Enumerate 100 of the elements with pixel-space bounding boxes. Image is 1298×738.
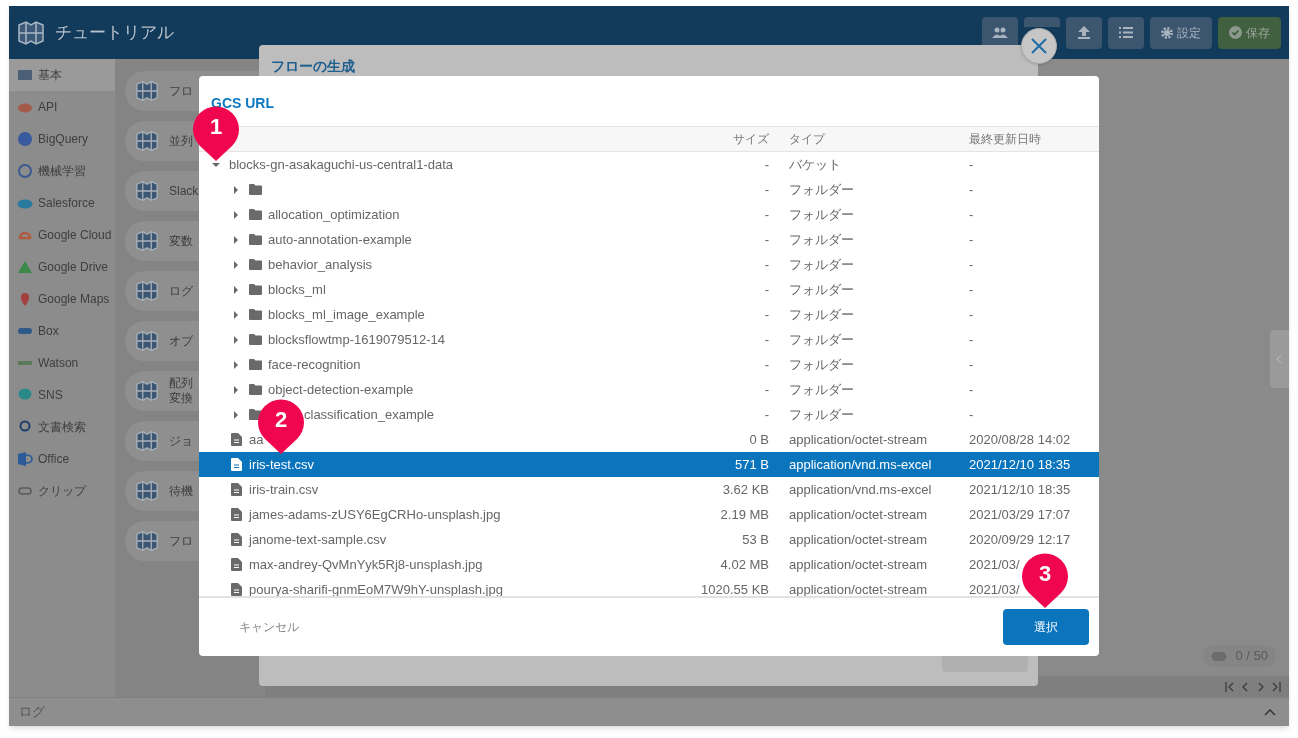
sidebar-item[interactable]: 機械学習 <box>9 155 115 187</box>
block-label: 変換 <box>169 391 193 406</box>
block-label: フロ <box>169 533 193 549</box>
table-cell: フォルダー <box>789 406 854 422</box>
sidebar-item[interactable]: BigQuery <box>9 123 115 155</box>
sidebar-item[interactable]: 基本 <box>9 59 115 91</box>
table-cell: フォルダー <box>789 281 854 297</box>
table-cell: バケット <box>789 156 841 172</box>
file-name: allocation_optimization <box>268 205 400 224</box>
block-label: 変数 <box>169 233 193 249</box>
file-row[interactable]: iris-test.csv 571 B application/vnd.ms-excel 2021/12/10 18:35 <box>199 452 1099 477</box>
table-cell: - <box>969 381 974 397</box>
save-button[interactable]: 保存 <box>1218 16 1281 49</box>
block-label: 並列 <box>169 133 193 149</box>
file-name: pourya-sharifi-gnmEoM7W9hY-unsplash.jpg <box>249 580 503 596</box>
block-label: 配列 <box>169 376 193 391</box>
table-cell: application/octet-stream <box>789 506 927 522</box>
sidebar-item[interactable]: Office <box>9 443 115 475</box>
file-name: object-detection-example <box>268 380 414 399</box>
table-cell: - <box>764 356 769 372</box>
table-cell: application/octet-stream <box>789 581 927 596</box>
table-cell: フォルダー <box>789 206 854 222</box>
table-cell: 2021/03/29 17:07 <box>969 506 1071 522</box>
file-name: blocks_ml_image_example <box>268 305 425 324</box>
sidebar-item[interactable]: クリップ <box>9 475 115 507</box>
file-name: auto-annotation-example <box>268 230 412 249</box>
sidebar-item[interactable]: API <box>9 91 115 123</box>
table-cell: 2020/09/29 12:17 <box>969 531 1071 547</box>
table-cell: 0 B <box>749 431 769 447</box>
table-cell: - <box>969 331 974 347</box>
table-cell: 2021/03/ <box>969 556 1020 572</box>
table-cell: フォルダー <box>789 181 854 197</box>
app-title: チュートリアル <box>55 21 174 44</box>
sidebar-item[interactable]: 文書検索 <box>9 411 115 443</box>
settings-button[interactable]: 設定 <box>1150 16 1212 49</box>
table-cell: - <box>764 406 769 422</box>
table-cell: - <box>764 381 769 397</box>
table-cell: フォルダー <box>789 256 854 272</box>
table-cell: - <box>969 206 974 222</box>
table-cell: - <box>764 181 769 197</box>
table-cell: - <box>764 331 769 347</box>
table-cell: - <box>969 231 974 247</box>
block-label: ログ <box>169 283 193 299</box>
table-cell: - <box>764 206 769 222</box>
table-cell: 1020.55 KB <box>701 581 769 596</box>
table-cell: 2021/03/ <box>969 581 1020 596</box>
table-cell: 571 B <box>735 456 769 472</box>
file-name: classification_example <box>304 405 435 424</box>
table-cell: - <box>969 281 974 297</box>
table-cell: - <box>969 156 974 172</box>
table-cell: application/octet-stream <box>789 531 927 547</box>
table-cell: - <box>764 231 769 247</box>
sidebar-item[interactable]: Google Drive <box>9 251 115 283</box>
table-cell: - <box>969 356 974 372</box>
table-cell: - <box>764 256 769 272</box>
table-cell: 2020/08/28 14:02 <box>969 431 1071 447</box>
table-cell: - <box>764 306 769 322</box>
table-cell: フォルダー <box>789 381 854 397</box>
sidebar-item[interactable]: Watson <box>9 347 115 379</box>
table-cell: 53 B <box>742 531 769 547</box>
file-name: blocks_ml <box>268 280 326 299</box>
file-name: blocksflowtmp-1619079512-14 <box>268 330 446 349</box>
dialog-title: フローの生成 <box>271 58 355 74</box>
table-cell: フォルダー <box>789 231 854 247</box>
table-cell: 3.62 KB <box>722 481 769 497</box>
cancel-button[interactable]: キャンセル <box>239 618 299 636</box>
file-name: face-recognition <box>268 355 361 374</box>
table-cell: 2021/12/10 18:35 <box>969 456 1071 472</box>
sidebar-item[interactable]: Salesforce <box>9 187 115 219</box>
table-cell: 2.19 MB <box>720 506 769 522</box>
table-cell: フォルダー <box>789 331 854 347</box>
table-cell: application/octet-stream <box>789 431 927 447</box>
table-cell: フォルダー <box>789 356 854 372</box>
table-cell: - <box>969 181 974 197</box>
file-name: aa <box>249 430 264 449</box>
table-cell: 4.02 MB <box>720 556 769 572</box>
file-name: behavior_analysis <box>268 255 373 274</box>
sidebar-item[interactable]: Google Maps <box>9 283 115 315</box>
sidebar-item[interactable]: Google Cloud <box>9 219 115 251</box>
column-header: 最終更新日時 <box>969 132 1041 146</box>
sidebar-item[interactable]: Box <box>9 315 115 347</box>
table-cell: application/octet-stream <box>789 556 927 572</box>
select-button[interactable]: 選択 <box>1003 609 1089 645</box>
table-cell: - <box>969 306 974 322</box>
table-cell: application/vnd.ms-excel <box>789 456 932 472</box>
table-cell: application/vnd.ms-excel <box>789 481 932 497</box>
table-cell: - <box>969 406 974 422</box>
block-label: 待機 <box>169 483 193 499</box>
step-callout-tooltip: 3 <box>1021 551 1069 609</box>
table-cell: - <box>764 281 769 297</box>
column-header: タイプ <box>789 132 825 146</box>
table-cell: 2021/12/10 18:35 <box>969 481 1071 497</box>
block-label: オブ <box>169 333 193 349</box>
column-header: サイズ <box>733 132 769 146</box>
table-cell: フォルダー <box>789 306 854 322</box>
table-cell: - <box>764 156 769 172</box>
sidebar-item[interactable]: SNS <box>9 379 115 411</box>
block-label: Slack <box>169 183 199 199</box>
block-label: ジョ <box>169 433 193 449</box>
block-label: フロ <box>169 83 193 99</box>
